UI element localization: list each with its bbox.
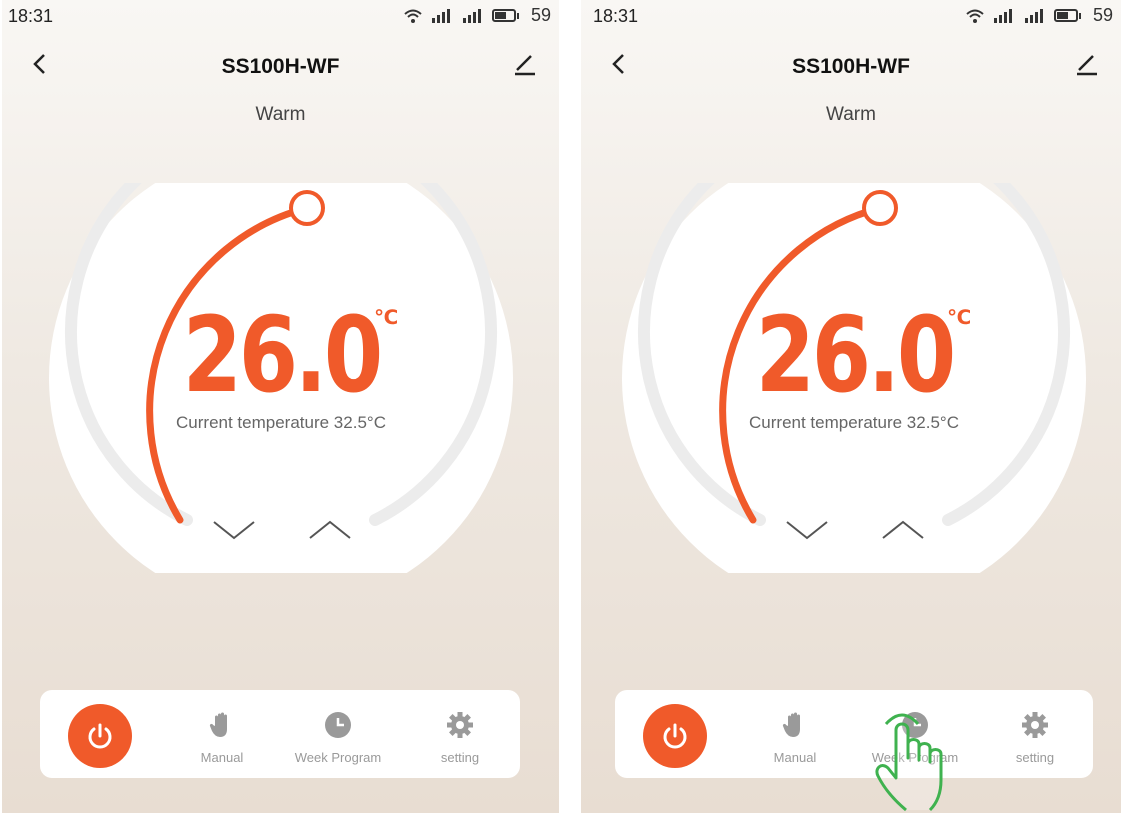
tab-label-setting: setting (440, 750, 480, 765)
power-button[interactable] (68, 704, 132, 768)
tab-manual[interactable]: Manual (745, 690, 845, 778)
tab-setting[interactable]: setting (985, 690, 1085, 778)
setpoint-unit: ℃ (947, 307, 972, 329)
device-title: SS100H-WF (792, 55, 910, 78)
battery-icon (491, 9, 519, 22)
clock-icon (325, 712, 351, 738)
status-time: 18:31 (8, 6, 54, 26)
header: SS100H-WF (581, 40, 1121, 90)
battery-level: 59 (1092, 5, 1113, 25)
dial-handle (289, 190, 325, 226)
hand-icon (782, 712, 800, 737)
setpoint-unit: ℃ (374, 307, 399, 329)
status-bar: 18:31 59 (581, 0, 1121, 36)
chevron-up-icon[interactable] (308, 518, 352, 542)
temperature-dial[interactable]: 26.0 ℃ Current temperature 32.5°C (46, 183, 516, 573)
status-bar: 18:31 59 (2, 0, 559, 36)
power-button[interactable] (643, 704, 707, 768)
chevron-down-icon[interactable] (785, 518, 829, 542)
status-time: 18:31 (593, 6, 639, 26)
chevron-up-icon[interactable] (881, 518, 925, 542)
dial-handle (862, 190, 898, 226)
signal-icon (1024, 8, 1043, 23)
device-title: SS100H-WF (221, 55, 340, 78)
chevron-down-icon[interactable] (212, 518, 256, 542)
battery-icon (1053, 9, 1081, 22)
tab-label-manual: Manual (773, 750, 817, 765)
phone-screen-left: 18:31 59 SS100H-WF Warm 26.0 ℃ Current t… (2, 0, 559, 813)
current-temperature: Current temperature 32.5°C (176, 413, 386, 432)
edit-icon[interactable] (1071, 50, 1101, 78)
wifi-icon (966, 9, 984, 23)
tab-label-week-program: Week Program (294, 750, 382, 765)
mode-label: Warm (826, 104, 876, 125)
tab-setting[interactable]: setting (410, 690, 510, 778)
temperature-dial[interactable]: 26.0 ℃ Current temperature 32.5°C (619, 183, 1089, 573)
edit-icon[interactable] (509, 50, 539, 78)
current-temperature: Current temperature 32.5°C (749, 413, 959, 432)
setpoint-value: 26.0 (182, 294, 383, 416)
battery-level: 59 (530, 5, 551, 25)
mode-label: Warm (255, 104, 306, 125)
tab-week-program[interactable]: Week Program (288, 690, 388, 778)
tab-label-manual: Manual (200, 750, 244, 765)
signal-icon (993, 8, 1012, 23)
signal-icon (431, 8, 450, 23)
header: SS100H-WF (2, 40, 559, 90)
power-icon (88, 723, 112, 749)
gear-icon (447, 712, 473, 738)
tap-gesture-hand-icon (875, 713, 943, 812)
wifi-icon (404, 9, 422, 23)
bottom-tab-bar: Manual Week Program setting (615, 690, 1093, 778)
power-icon (663, 723, 687, 749)
gear-icon (1022, 712, 1048, 738)
phone-screen-right: 18:31 59 SS100H-WF Warm 26.0 ℃ Current t… (581, 0, 1121, 813)
signal-icon (462, 8, 481, 23)
bottom-tab-bar: Manual Week Program setting (40, 690, 520, 778)
hand-icon (209, 712, 227, 737)
tab-label-setting: setting (1015, 750, 1055, 765)
tab-manual[interactable]: Manual (172, 690, 272, 778)
setpoint-value: 26.0 (755, 294, 956, 416)
